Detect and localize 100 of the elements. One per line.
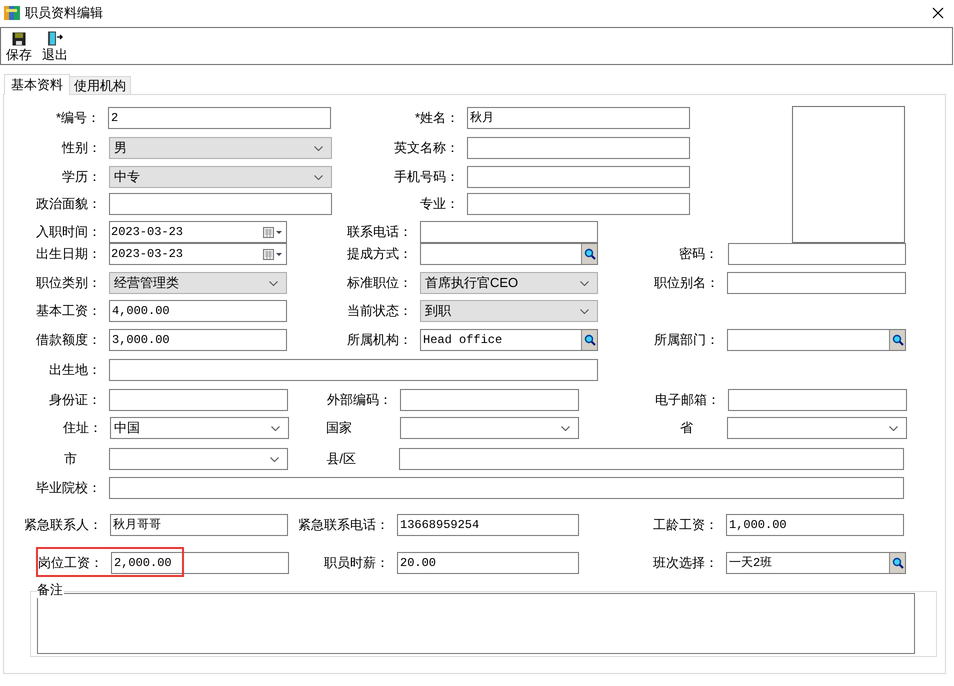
field-label: 英文名称：: [394, 140, 459, 156]
field-label: 标准职位：: [347, 275, 412, 290]
input-field[interactable]: [399, 448, 904, 470]
dropdown[interactable]: [727, 417, 907, 439]
field-label: 密码：: [679, 246, 718, 262]
search-button[interactable]: [889, 553, 905, 573]
search-icon: [584, 248, 596, 260]
field-label: 电子邮箱：: [655, 392, 720, 408]
search-button[interactable]: [889, 330, 905, 350]
input-field[interactable]: [109, 389, 288, 411]
dropdown[interactable]: 中国: [110, 417, 289, 439]
chevron-down-icon: [314, 174, 323, 180]
search-icon: [892, 334, 904, 346]
lookup-field[interactable]: [420, 243, 598, 265]
date-field[interactable]: 2023-03-23: [109, 243, 287, 265]
input-field[interactable]: [109, 359, 598, 381]
close-icon[interactable]: [932, 7, 944, 19]
search-icon: [584, 334, 596, 346]
field-label: 职位类别：: [36, 275, 101, 290]
field-label: 工龄工资：: [653, 517, 718, 532]
date-field[interactable]: 2023-03-23: [109, 221, 287, 243]
dropdown[interactable]: 到职: [420, 300, 598, 322]
dropdown[interactable]: 经营管理类: [109, 272, 287, 294]
field-label: 住址：: [63, 420, 102, 436]
window-title: 职员资料编辑: [25, 4, 103, 22]
input-field[interactable]: 3,000.00: [109, 329, 287, 351]
input-field[interactable]: [467, 166, 690, 188]
dropdown[interactable]: [400, 417, 579, 439]
chevron-down-icon: [270, 456, 279, 462]
input-field[interactable]: [420, 221, 598, 243]
field-label: 专业：: [420, 196, 459, 212]
input-field[interactable]: 2,000.00: [111, 552, 289, 574]
input-field[interactable]: 20.00: [397, 552, 579, 574]
search-button[interactable]: [581, 244, 597, 264]
field-label: 学历：: [62, 169, 101, 184]
dropdown[interactable]: [109, 448, 288, 470]
dropdown[interactable]: 中专: [109, 166, 332, 188]
tab[interactable]: 使用机构: [69, 76, 131, 94]
field-label: 职位别名：: [654, 275, 719, 290]
chevron-down-icon: [269, 280, 278, 286]
search-icon: [892, 557, 904, 569]
field-label: 国家: [326, 420, 352, 436]
input-field[interactable]: [727, 272, 906, 294]
field-label: 政治面貌：: [36, 196, 101, 212]
input-field[interactable]: [467, 193, 690, 215]
field-label: 联系电话：: [347, 224, 412, 240]
chevron-down-icon: [561, 426, 570, 430]
field-label: 借款额度：: [36, 332, 101, 348]
field-label: 所属部门：: [654, 332, 719, 348]
field-label: 出生地：: [49, 362, 101, 378]
field-label: 紧急联系人：: [24, 517, 102, 532]
field-label: 岗位工资：: [38, 555, 103, 570]
input-field[interactable]: 13668959254: [397, 514, 579, 536]
input-field[interactable]: [728, 389, 907, 411]
chevron-down-icon: [580, 280, 589, 286]
exit-button[interactable]: 退出: [42, 31, 68, 62]
field-label: *编号：: [56, 110, 100, 126]
input-field[interactable]: 4,000.00: [109, 300, 287, 322]
dropdown[interactable]: 男: [109, 137, 332, 159]
input-field[interactable]: 2: [108, 107, 331, 129]
search-button[interactable]: [581, 330, 597, 350]
field-label: 手机号码：: [394, 169, 459, 184]
field-label: 基本工资：: [36, 303, 101, 318]
calendar-dropdown-icon: [263, 248, 283, 260]
tab[interactable]: 基本资料: [4, 74, 70, 95]
lookup-field[interactable]: [727, 329, 906, 351]
chevron-down-icon: [580, 308, 589, 314]
field-label: 县/区: [326, 451, 356, 466]
calendar-dropdown-icon: [263, 226, 283, 238]
input-field[interactable]: [467, 137, 690, 159]
input-field[interactable]: 秋月: [467, 107, 690, 129]
field-label: 所属机构：: [347, 332, 412, 348]
field-label: 班次选择：: [653, 555, 718, 570]
field-label: 性别：: [62, 140, 101, 156]
lookup-field[interactable]: 一天2班: [726, 552, 906, 574]
field-label: 身份证：: [49, 392, 101, 408]
input-field[interactable]: 1,000.00: [726, 514, 904, 536]
field-label: 市: [64, 451, 77, 466]
field-label: 职员时薪：: [324, 555, 389, 570]
field-label: 紧急联系电话：: [298, 517, 389, 532]
field-label: 出生日期：: [36, 246, 101, 262]
input-field[interactable]: [109, 477, 904, 499]
input-field[interactable]: [728, 243, 906, 265]
chevron-down-icon: [889, 426, 898, 430]
field-label: 当前状态：: [347, 303, 412, 318]
input-field[interactable]: 秋月哥哥: [110, 514, 288, 536]
save-button[interactable]: 保存: [6, 32, 32, 62]
door-arrow-icon: [47, 31, 63, 46]
input-field[interactable]: [109, 193, 332, 215]
chevron-down-icon: [314, 146, 323, 150]
app-icon: [4, 5, 20, 21]
field-label: *姓名：: [414, 110, 459, 126]
chevron-down-icon: [271, 426, 280, 430]
field-label: 入职时间：: [36, 224, 101, 240]
field-label: 外部编码：: [327, 392, 392, 408]
field-label: 省: [680, 420, 693, 436]
dropdown[interactable]: 首席执行官CEO: [420, 272, 598, 294]
lookup-field[interactable]: Head office: [420, 329, 598, 351]
notes-label: 备注: [37, 582, 64, 598]
input-field[interactable]: [400, 389, 579, 411]
